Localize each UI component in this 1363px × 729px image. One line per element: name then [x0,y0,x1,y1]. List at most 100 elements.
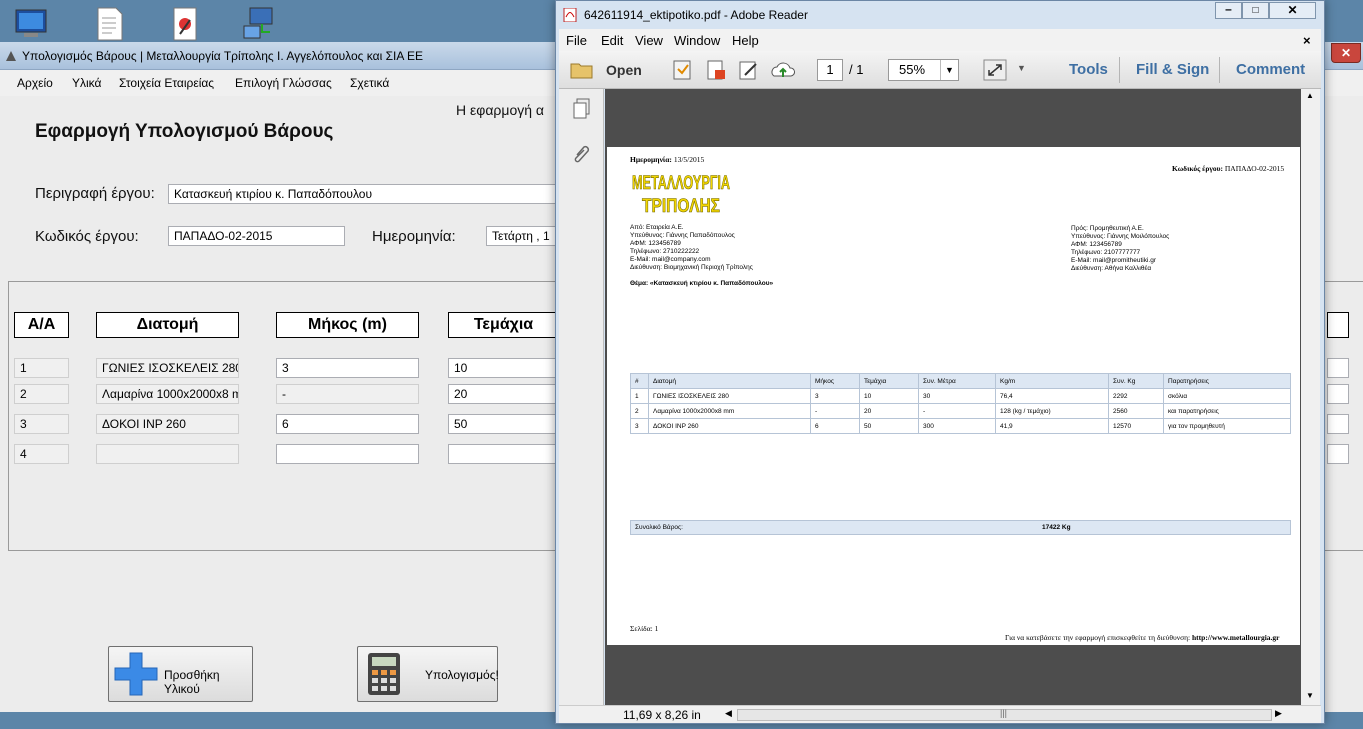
row-profile[interactable]: ΔΟΚΟΙ INP 260 [96,414,239,434]
pdf-from-line: Τηλέφωνο: 2710222222 [630,248,700,255]
svg-text:ΤΡΙΠΟΛΗΣ: ΤΡΙΠΟΛΗΣ [642,196,720,217]
menu-materials[interactable]: Υλικά [72,76,101,90]
menu-window[interactable]: Window [674,33,720,48]
menu-file[interactable]: Αρχείο [17,76,53,90]
add-material-button[interactable]: Προσθήκη Υλικού [108,646,253,702]
header-extra [1327,312,1349,338]
tools-button[interactable]: Tools [1069,61,1108,78]
reader-title: 642611914_ektipotiko.pdf - Adobe Reader [584,8,808,22]
row-profile[interactable] [96,444,239,464]
table-cell: 2292 [1108,388,1164,404]
pages-icon[interactable] [571,97,593,121]
open-button[interactable]: Open [606,62,642,78]
menu-help[interactable]: Help [732,33,759,48]
pdf-footer-text: Για να κατεβάσετε την εφαρμογή επισκεφθε… [1005,633,1191,642]
code-input[interactable]: ΠΑΠΑΔΟ-02-2015 [168,226,345,246]
pdf-date: 13/5/2015 [673,155,705,164]
app-title: Υπολογισμός Βάρους | Μεταλλουργία Τρίπολ… [22,49,424,63]
comment-button[interactable]: Comment [1236,61,1305,78]
close-icon[interactable]: ✕ [1331,43,1361,63]
row-extra[interactable] [1327,384,1349,404]
menu-edit[interactable]: Edit [601,33,623,48]
scroll-grip-icon[interactable]: ||| [1000,708,1007,718]
row-profile[interactable]: Λαμαρίνα 1000x2000x8 mm [96,384,239,404]
horizontal-scrollbar[interactable]: ||| [737,708,1272,721]
menu-company[interactable]: Στοιχεία Εταιρείας [119,76,214,90]
edit-icon[interactable] [737,59,761,81]
row-extra[interactable] [1327,414,1349,434]
page-size-label: 11,69 x 8,26 in [623,708,701,722]
row-profile[interactable]: ΓΩΝΙΕΣ ΙΣΟΣΚΕΛΕΙΣ 280 [96,358,239,378]
certificate-icon[interactable] [166,6,206,42]
table-header-cell: Συν. Μέτρα [918,373,996,389]
table-cell: σκόλια [1163,388,1291,404]
row-pieces[interactable] [448,444,558,464]
description-input[interactable]: Κατασκευή κτιρίου κ. Παπαδόπουλου [168,184,558,204]
calculator-icon [368,653,400,695]
pdf-to-line: Πρός: Προμηθευτική Α.Ε. [1071,225,1144,232]
table-cell: 3 [810,388,860,404]
page-number-input[interactable]: 1 [817,59,843,81]
toolbar-menu-icon[interactable]: ▼ [1017,63,1026,73]
pdf-from-line: Διεύθυνση: Βιομηχανική Περιοχή Τρίπολης [630,264,753,271]
paperclip-icon[interactable] [571,141,593,165]
close-doc-icon[interactable]: × [1303,33,1311,48]
row-extra[interactable] [1327,358,1349,378]
table-header-cell: Τεμάχια [859,373,919,389]
row-pieces[interactable]: 20 [448,384,558,404]
header-profile: Διατομή [96,312,239,338]
row-extra[interactable] [1327,444,1349,464]
document-icon[interactable] [90,6,130,42]
reader-titlebar[interactable]: 642611914_ektipotiko.pdf - Adobe Reader … [556,1,1324,29]
header-length: Μήκος (m) [276,312,419,338]
row-length[interactable]: 6 [276,414,419,434]
pdf-from-line: Υπεύθυνος: Γιάννης Παπαδόπουλος [630,232,735,239]
pdf-subject: Θέμα: «Κατασκευή κτιρίου κ. Παπαδόπουλου… [630,280,774,287]
menu-about[interactable]: Σχετικά [350,76,389,90]
chevron-down-icon[interactable]: ▼ [940,60,958,80]
row-length[interactable]: 3 [276,358,419,378]
vertical-scrollbar[interactable]: ▲ ▼ [1301,89,1320,705]
print-pdf-icon[interactable] [704,59,728,81]
menu-language[interactable]: Επιλογή Γλώσσας [235,76,332,90]
calculate-button[interactable]: Υπολογισμός! [357,646,499,702]
close-icon[interactable]: ✕ [1269,2,1316,19]
minimize-icon[interactable]: – [1215,2,1242,19]
maximize-icon[interactable]: □ [1242,2,1269,19]
pdf-total-value: 17422 Kg [1042,524,1071,531]
save-icon[interactable] [671,59,695,81]
scroll-up-icon[interactable]: ▲ [1306,91,1314,100]
scroll-down-icon[interactable]: ▼ [1306,691,1314,700]
scroll-left-icon[interactable]: ◀ [725,708,732,719]
fit-page-icon[interactable] [983,59,1007,81]
table-cell: 30 [918,388,996,404]
table-cell: - [810,403,860,419]
row-pieces[interactable]: 10 [448,358,558,378]
zoom-select[interactable]: 55% ▼ [888,59,959,81]
table-row: 1 ΓΩΝΙΕΣ ΙΣΟΣΚΕΛΕΙΣ 280 3 10 30 76,4 229… [630,388,1291,404]
pdf-from-line: Από: Εταιρεία Α.Ε. [630,224,684,231]
network-icon[interactable] [240,6,280,42]
fill-sign-button[interactable]: Fill & Sign [1136,61,1209,78]
pdf-total-row: Συνολικό Βάρος: 17422 Kg [630,520,1291,535]
date-picker[interactable]: Τετάρτη , 1 [486,226,558,246]
table-cell: 20 [859,403,919,419]
row-pieces[interactable]: 50 [448,414,558,434]
table-cell: 41,9 [995,418,1109,434]
scroll-right-icon[interactable]: ▶ [1275,708,1282,719]
menu-view[interactable]: View [635,33,663,48]
computer-icon[interactable] [12,6,52,42]
description-label: Περιγραφή έργου: [35,185,155,202]
pdf-from-line: ΑΦΜ: 123456789 [630,240,681,247]
menu-file[interactable]: File [566,33,587,48]
row-length[interactable]: - [276,384,419,404]
upload-icon[interactable] [771,59,795,81]
row-length[interactable] [276,444,419,464]
table-cell: 50 [859,418,919,434]
table-header-cell: Μήκος [810,373,860,389]
pdf-code: ΠΑΠΑΔΟ-02-2015 [1224,164,1285,173]
reader-toolbar: Open 1 / 1 55% ▼ ▼ Tools Fill & Sign Comm… [559,51,1321,89]
folder-icon[interactable] [570,60,594,80]
table-cell: 12570 [1108,418,1164,434]
pdf-page-label: Σελίδα: 1 [630,624,659,633]
